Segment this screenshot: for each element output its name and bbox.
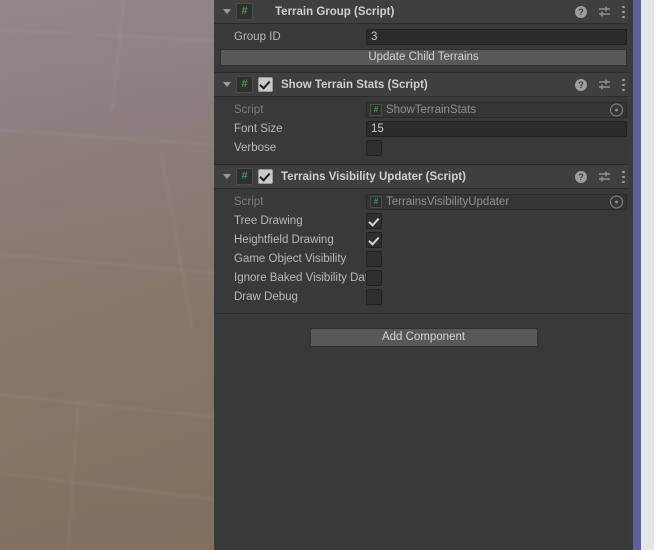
verbose-checkbox[interactable] — [366, 140, 382, 156]
property-label: Script — [234, 104, 264, 116]
help-icon[interactable]: ? — [575, 78, 587, 91]
preset-icon[interactable] — [598, 5, 611, 18]
ignore-baked-visibility-data-checkbox[interactable] — [366, 270, 382, 286]
component-terrains-visibility-updater: # Terrains Visibility Updater (Script) ? — [214, 164, 633, 313]
property-label: Script — [234, 196, 264, 208]
component-enable-checkbox[interactable] — [258, 169, 273, 184]
kebab-menu-icon[interactable] — [622, 5, 626, 19]
csharp-script-icon: # — [236, 76, 253, 93]
update-child-terrains-button[interactable]: Update Child Terrains — [220, 49, 627, 66]
property-row-verbose: Verbose — [220, 139, 627, 157]
component-body: Script # ShowTerrainStats Font Size 15 V… — [214, 97, 633, 164]
screen: # Terrain Group (Script) ? Group ID 3 Up… — [0, 0, 664, 550]
component-header-icons: ? — [575, 165, 626, 188]
add-component-button[interactable]: Add Component — [309, 328, 538, 347]
component-body: Script # TerrainsVisibilityUpdater Tree … — [214, 189, 633, 313]
foldout-arrow-icon[interactable] — [220, 5, 233, 18]
preset-icon[interactable] — [598, 78, 611, 91]
component-header[interactable]: # Terrain Group (Script) ? — [214, 0, 633, 24]
property-label: Font Size — [234, 123, 283, 135]
script-object-field[interactable]: # ShowTerrainStats — [366, 102, 627, 118]
property-label: Game Object Visibility — [234, 253, 347, 265]
component-header-icons: ? — [575, 73, 626, 96]
component-title: Show Terrain Stats (Script) — [281, 78, 428, 91]
preset-icon[interactable] — [598, 170, 611, 183]
component-title: Terrain Group (Script) — [275, 5, 395, 18]
property-row-script: Script # ShowTerrainStats — [220, 101, 627, 119]
game-object-visibility-checkbox[interactable] — [366, 251, 382, 267]
foldout-arrow-icon[interactable] — [220, 78, 233, 91]
property-row-draw-debug: Draw Debug — [220, 288, 627, 306]
font-size-input[interactable]: 15 — [366, 121, 627, 137]
component-show-terrain-stats: # Show Terrain Stats (Script) ? Script #… — [214, 72, 633, 164]
property-row-tree-drawing: Tree Drawing — [220, 212, 627, 230]
component-body: Group ID 3 Update Child Terrains — [214, 24, 633, 72]
object-picker-icon[interactable] — [610, 103, 623, 117]
csharp-script-icon: # — [370, 196, 382, 208]
property-label: Verbose — [234, 142, 277, 154]
component-header[interactable]: # Terrains Visibility Updater (Script) ? — [214, 164, 633, 189]
heightfield-drawing-checkbox[interactable] — [366, 232, 382, 248]
property-row-heightfield-drawing: Heightfield Drawing — [220, 231, 627, 249]
property-label: Group ID — [234, 31, 281, 43]
property-row-group-id: Group ID 3 — [220, 28, 627, 46]
draw-debug-checkbox[interactable] — [366, 289, 382, 305]
csharp-script-icon: # — [370, 104, 382, 116]
property-label: Ignore Baked Visibility Dat — [234, 272, 366, 284]
property-row-script: Script # TerrainsVisibilityUpdater — [220, 193, 627, 211]
component-title: Terrains Visibility Updater (Script) — [281, 170, 466, 183]
add-component-area: Add Component — [214, 313, 633, 550]
right-white-margin — [654, 0, 664, 550]
script-object-name: ShowTerrainStats — [386, 104, 477, 116]
help-icon[interactable]: ? — [575, 170, 587, 183]
csharp-script-icon: # — [236, 3, 253, 20]
script-object-name: TerrainsVisibilityUpdater — [386, 196, 510, 208]
script-object-field[interactable]: # TerrainsVisibilityUpdater — [366, 194, 627, 210]
group-id-input[interactable]: 3 — [366, 29, 627, 45]
help-icon[interactable]: ? — [575, 5, 587, 18]
property-label: Heightfield Drawing — [234, 234, 334, 246]
kebab-menu-icon[interactable] — [622, 78, 626, 92]
accent-strip — [633, 0, 641, 550]
inspector-panel: # Terrain Group (Script) ? Group ID 3 Up… — [214, 0, 633, 550]
scene-viewport-background — [0, 0, 214, 550]
property-row-game-object-visibility: Game Object Visibility — [220, 250, 627, 268]
object-picker-icon[interactable] — [610, 195, 623, 209]
property-row-ignore-baked-visibility-data: Ignore Baked Visibility Dat — [220, 269, 627, 287]
component-enable-checkbox[interactable] — [258, 77, 273, 92]
component-header[interactable]: # Show Terrain Stats (Script) ? — [214, 72, 633, 97]
component-header-icons: ? — [575, 0, 626, 23]
property-row-font-size: Font Size 15 — [220, 120, 627, 138]
tree-drawing-checkbox[interactable] — [366, 213, 382, 229]
property-label: Tree Drawing — [234, 215, 303, 227]
csharp-script-icon: # — [236, 168, 253, 185]
kebab-menu-icon[interactable] — [622, 170, 626, 184]
property-label: Draw Debug — [234, 291, 298, 303]
foldout-arrow-icon[interactable] — [220, 170, 233, 183]
component-terrain-group: # Terrain Group (Script) ? Group ID 3 Up… — [214, 0, 633, 72]
